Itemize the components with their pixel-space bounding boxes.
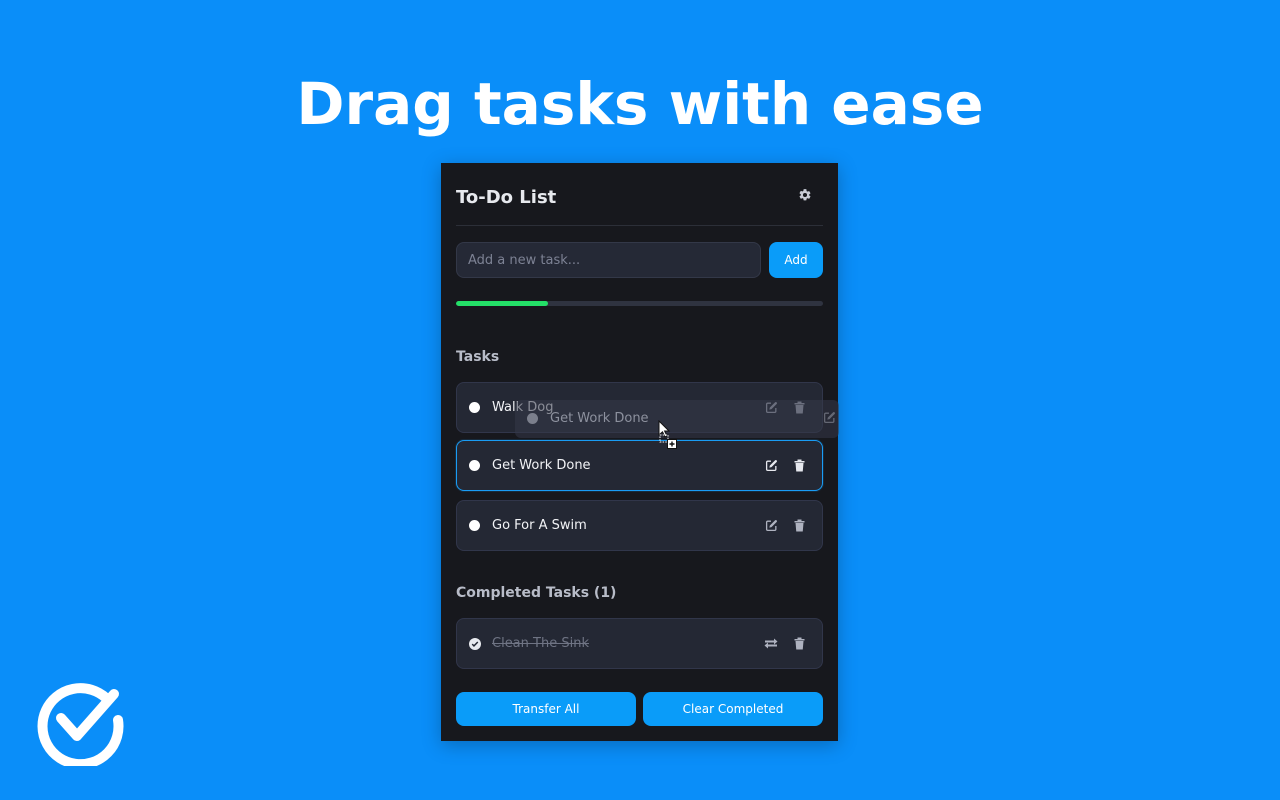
- add-task-button[interactable]: Add: [769, 242, 823, 278]
- tasks-heading: Tasks: [456, 349, 500, 365]
- transfer-all-button[interactable]: Transfer All: [456, 692, 636, 726]
- task-label: Clean The Sink: [492, 636, 589, 651]
- edit-icon[interactable]: [763, 517, 779, 533]
- completed-task-item[interactable]: Clean The Sink: [456, 618, 823, 669]
- trash-icon[interactable]: [791, 457, 807, 473]
- task-item[interactable]: Walk Dog: [456, 382, 823, 433]
- task-label: Walk Dog: [492, 400, 554, 415]
- todo-panel: To-Do List Add Tasks Walk Dog Get Work D…: [441, 163, 838, 741]
- app-title: To-Do List: [456, 187, 557, 208]
- edit-icon[interactable]: [763, 457, 779, 473]
- task-item-selected[interactable]: Get Work Done: [456, 440, 823, 491]
- page-headline: Drag tasks with ease: [296, 70, 984, 138]
- progress-fill: [456, 301, 548, 306]
- transfer-icon[interactable]: [763, 635, 779, 651]
- edit-icon[interactable]: [763, 399, 779, 415]
- task-label: Get Work Done: [492, 458, 591, 473]
- checkmark-icon[interactable]: [469, 638, 481, 650]
- completed-tasks-heading: Completed Tasks (1): [456, 585, 617, 601]
- trash-icon[interactable]: [791, 399, 807, 415]
- panel-header: To-Do List: [456, 181, 823, 226]
- clear-completed-button[interactable]: Clear Completed: [643, 692, 823, 726]
- trash-icon[interactable]: [791, 517, 807, 533]
- gear-icon[interactable]: [795, 185, 815, 205]
- task-label: Go For A Swim: [492, 518, 587, 533]
- checkmark-logo-icon: [34, 674, 126, 770]
- task-complete-toggle[interactable]: [469, 402, 480, 413]
- new-task-input[interactable]: [456, 242, 761, 278]
- trash-icon[interactable]: [791, 635, 807, 651]
- progress-bar: [456, 301, 823, 306]
- task-item[interactable]: Go For A Swim: [456, 500, 823, 551]
- task-complete-toggle[interactable]: [469, 520, 480, 531]
- task-complete-toggle[interactable]: [469, 460, 480, 471]
